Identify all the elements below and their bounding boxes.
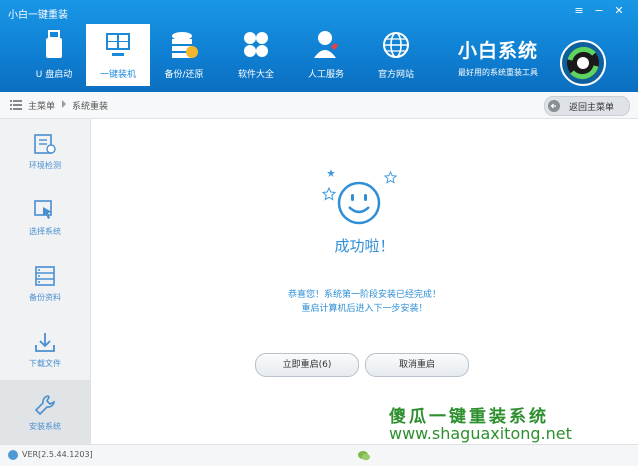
cursor-window-icon	[34, 200, 52, 219]
wechat-icon[interactable]	[358, 450, 370, 461]
download-icon	[35, 333, 55, 352]
sidebar-item-download-files[interactable]: 下载文件	[0, 317, 90, 381]
nav-software[interactable]: 软件大全	[224, 24, 288, 86]
nav-label: 一键装机	[99, 70, 136, 80]
info-icon	[8, 450, 18, 460]
main-content: 成功啦！ 恭喜您！系统第一阶段安装已经完成！ 重启计算机后进入下一步安装！ 立即…	[91, 119, 638, 444]
version-label: VER[2.5.44.1203]	[22, 450, 93, 459]
list-menu-icon	[10, 100, 22, 110]
breadcrumb: 主菜单 系统重装 返回主菜单	[0, 92, 638, 119]
sidebar-item-label: 安装系统	[29, 422, 61, 431]
star-icon	[384, 171, 397, 184]
close-icon[interactable]: ✕	[612, 4, 626, 18]
nav-backup-restore[interactable]: 备份/还原	[152, 24, 216, 86]
stack-icon	[35, 266, 55, 286]
cancel-restart-button[interactable]: 取消重启	[365, 353, 469, 377]
brand-logo-icon	[560, 40, 606, 86]
breadcrumb-arrow-icon	[62, 100, 66, 108]
brand-name: 小白系统	[458, 40, 539, 62]
sidebar-item-env-check[interactable]: 环境检测	[0, 119, 90, 183]
windows-logo-icon	[106, 33, 130, 56]
back-arrow-icon	[548, 100, 560, 112]
success-heading: 成功啦！	[334, 237, 395, 255]
star-icon	[322, 187, 336, 201]
breadcrumb-root[interactable]: 主菜单	[28, 99, 55, 112]
success-message-line2: 重启计算机后进入下一步安装！	[301, 304, 428, 314]
clover-apps-icon	[244, 32, 268, 57]
sidebar-item-label: 选择系统	[29, 227, 61, 236]
header-bar: 小白一键重装 ≡ − ✕ U 盘启动 一键装机 备份/还原 软件大全 人工服务 …	[0, 0, 638, 92]
smiley-face-icon	[337, 181, 381, 225]
sidebar-item-backup-data[interactable]: 备份资料	[0, 251, 90, 315]
restart-now-button[interactable]: 立即重启(6)	[255, 353, 359, 377]
sidebar-item-label: 环境检测	[29, 161, 61, 170]
window-title: 小白一键重装	[8, 10, 68, 21]
nav-human-service[interactable]: 人工服务	[294, 24, 358, 86]
nav-label: 备份/还原	[164, 70, 204, 80]
globe-icon	[383, 32, 409, 58]
back-to-main-button[interactable]: 返回主菜单	[544, 96, 630, 116]
user-heart-icon	[314, 31, 338, 58]
usb-drive-icon	[46, 30, 62, 58]
sidebar-item-label: 备份资料	[29, 293, 61, 302]
brand-slogan: 最好用的系统重装工具	[458, 68, 538, 77]
app-window: 小白一键重装 ≡ − ✕ U 盘启动 一键装机 备份/还原 软件大全 人工服务 …	[0, 0, 638, 466]
nav-one-click-install[interactable]: 一键装机	[86, 24, 150, 86]
nav-label: 人工服务	[307, 70, 344, 80]
small-star-icon	[327, 169, 335, 177]
nav-official-site[interactable]: 官方网站	[364, 24, 428, 86]
breadcrumb-current: 系统重装	[72, 102, 109, 112]
watermark-url: www.shaguaxitong.net	[389, 424, 572, 443]
checklist-icon	[34, 134, 56, 154]
sidebar-item-install-system[interactable]: 安装系统	[0, 380, 90, 444]
back-button-label: 返回主菜单	[569, 103, 615, 113]
nav-usb-boot[interactable]: U 盘启动	[22, 24, 86, 86]
nav-label: 官方网站	[377, 70, 414, 80]
success-message-line1: 恭喜您！系统第一阶段安装已经完成！	[287, 290, 441, 300]
sidebar-item-select-system[interactable]: 选择系统	[0, 185, 90, 249]
database-backup-icon	[172, 32, 198, 58]
watermark: 傻瓜一键重装系统 www.shaguaxitong.net	[381, 402, 638, 444]
minimize-icon[interactable]: −	[592, 4, 606, 18]
sidebar-item-label: 下载文件	[29, 359, 61, 368]
status-bar: VER[2.5.44.1203]	[0, 444, 638, 466]
nav-label: U 盘启动	[35, 70, 73, 80]
wrench-icon	[34, 395, 56, 416]
sidebar: 环境检测 选择系统 备份资料 下载文件 安装系统	[0, 119, 91, 444]
menu-icon[interactable]: ≡	[572, 4, 586, 18]
nav-label: 软件大全	[237, 70, 274, 80]
